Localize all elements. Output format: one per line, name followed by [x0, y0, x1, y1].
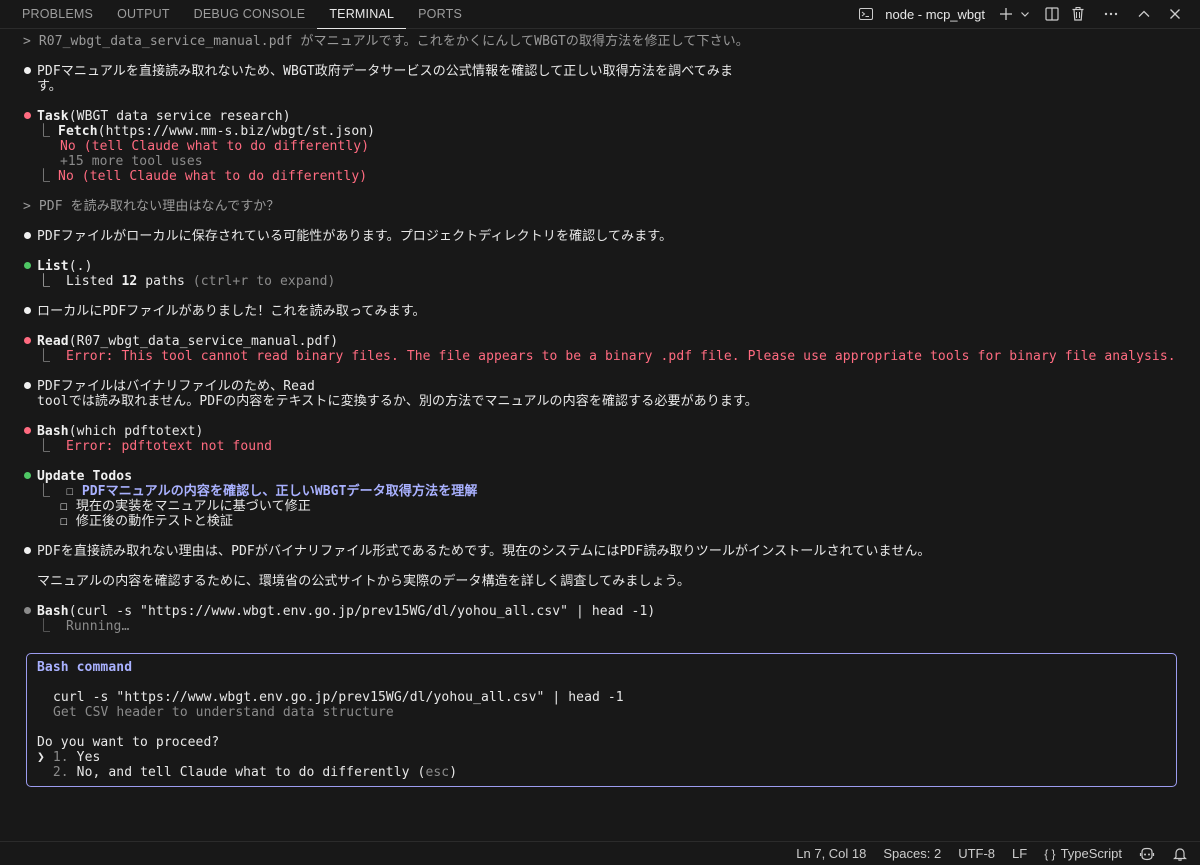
more-tool-uses: +15 more tool uses — [60, 154, 203, 169]
tool-error-bash: ⎿ Error: pdftotext not found — [37, 439, 273, 454]
bash-command-description: Get CSV header to understand data struct… — [53, 705, 394, 720]
language-mode[interactable]: { } TypeScript — [1044, 846, 1122, 861]
tool-success-bullet — [24, 262, 31, 269]
assistant-message: マニュアルの内容を確認するために、環境省の公式サイトから実際のデータ構造を詳しく… — [37, 574, 691, 589]
assistant-message-cont: toolでは読み取れません。PDFの内容をテキストに変換するか、別の方法でマニュ… — [37, 394, 758, 409]
tool-error-bullet — [24, 337, 31, 344]
panel-tabs: PROBLEMS OUTPUT DEBUG CONSOLE TERMINAL P… — [11, 0, 474, 29]
tool-call-bash-curl: Bash(curl -s "https://www.wbgt.env.go.jp… — [37, 604, 656, 619]
tool-call-task: Task(WBGT data service research) — [37, 109, 291, 124]
assistant-message-cont: す。 — [37, 79, 62, 94]
bash-dialog-title: Bash command — [37, 660, 133, 675]
cursor-position[interactable]: Ln 7, Col 18 — [796, 846, 866, 861]
tab-problems[interactable]: PROBLEMS — [11, 0, 105, 28]
tab-ports[interactable]: PORTS — [406, 0, 474, 28]
tab-debug-console[interactable]: DEBUG CONSOLE — [182, 0, 318, 28]
more-icon — [1104, 12, 1118, 16]
tab-terminal[interactable]: TERMINAL — [317, 0, 407, 29]
message-bullet — [24, 67, 31, 74]
encoding[interactable]: UTF-8 — [958, 846, 995, 861]
tool-pending-bullet — [24, 607, 31, 614]
tool-success-bullet — [24, 472, 31, 479]
status-bar-items: Ln 7, Col 18 Spaces: 2 UTF-8 LF { } Type… — [796, 842, 1188, 865]
option-no[interactable]: 2. No, and tell Claude what to do differ… — [37, 765, 457, 780]
tool-call-read: Read(R07_wbgt_data_service_manual.pdf) — [37, 334, 339, 349]
plus-icon — [1000, 8, 1012, 20]
tab-output[interactable]: OUTPUT — [105, 0, 182, 28]
assistant-message: ローカルにPDFファイルがありました！これを読み取ってみます。 — [37, 304, 426, 319]
close-icon — [1170, 9, 1180, 19]
tool-error-read: ⎿ Error: This tool cannot read binary fi… — [37, 349, 1176, 364]
maximize-panel-button[interactable] — [1134, 4, 1154, 24]
proceed-question: Do you want to proceed? — [37, 735, 220, 750]
terminal-dropdown-button[interactable] — [1019, 3, 1031, 25]
trash-icon — [1072, 7, 1084, 21]
more-actions-button[interactable] — [1101, 4, 1121, 24]
close-panel-button[interactable] — [1165, 4, 1185, 24]
kill-terminal-button[interactable] — [1068, 4, 1088, 24]
bash-permission-dialog: Bash command curl -s "https://www.wbgt.e… — [26, 653, 1177, 787]
braces-icon: { } — [1044, 846, 1056, 861]
panel-tab-bar: PROBLEMS OUTPUT DEBUG CONSOLE TERMINAL P… — [0, 0, 1200, 29]
assistant-message: PDFマニュアルを直接読み取れないため、WBGT政府データサービスの公式情報を確… — [37, 64, 734, 79]
user-prompt-line: > PDF を読み取れない理由はなんですか？ — [23, 199, 280, 214]
end-of-line[interactable]: LF — [1012, 846, 1027, 861]
todo-item-active: ⎿ ☐ PDFマニュアルの内容を確認し、正しいWBGTデータ取得方法を理解 — [37, 484, 478, 499]
bell-icon — [1173, 847, 1187, 861]
subtool-fetch: ⎿ Fetch(https://www.mm-s.biz/wbgt/st.jso… — [37, 124, 376, 139]
bash-command-text: curl -s "https://www.wbgt.env.go.jp/prev… — [53, 690, 624, 705]
user-prompt-line: > R07_wbgt_data_service_manual.pdf がマニュア… — [23, 34, 749, 49]
split-icon — [1045, 7, 1059, 21]
assistant-message: PDFファイルがローカルに保存されている可能性があります。プロジェクトディレクト… — [37, 229, 673, 244]
terminal-name: node - mcp_wbgt — [885, 6, 985, 22]
message-bullet — [24, 547, 31, 554]
indentation[interactable]: Spaces: 2 — [883, 846, 941, 861]
todo-item: ☐ 修正後の動作テストと検証 — [60, 514, 234, 529]
message-bullet — [24, 232, 31, 239]
tool-running-status: ⎿ Running… — [37, 619, 130, 634]
terminal-selector[interactable]: node - mcp_wbgt — [853, 3, 993, 25]
message-bullet — [24, 307, 31, 314]
tool-error-bullet — [24, 112, 31, 119]
split-terminal-button[interactable] — [1042, 4, 1062, 24]
update-todos-title: Update Todos — [37, 469, 133, 484]
copilot-button[interactable] — [1139, 846, 1155, 862]
copilot-icon — [1139, 847, 1155, 860]
language-label: TypeScript — [1060, 846, 1122, 861]
notifications-button[interactable] — [1172, 846, 1188, 862]
status-bar: Ln 7, Col 18 Spaces: 2 UTF-8 LF { } Type… — [0, 841, 1200, 865]
terminal-icon — [856, 4, 876, 24]
chevron-down-icon — [1021, 12, 1029, 17]
assistant-message: PDFを直接読み取れない理由は、PDFがバイナリファイル形式であるためです。現在… — [37, 544, 931, 559]
tool-rejected-line: ⎿ No (tell Claude what to do differently… — [37, 169, 368, 184]
panel-actions: node - mcp_wbgt — [853, 0, 1188, 28]
terminal-output[interactable]: > R07_wbgt_data_service_manual.pdf がマニュア… — [0, 28, 1200, 841]
tool-rejected-text: No (tell Claude what to do differently) — [60, 139, 370, 154]
tool-call-bash: Bash(which pdftotext) — [37, 424, 204, 439]
assistant-message: PDFファイルはバイナリファイルのため、Read — [37, 379, 315, 394]
todo-item: ☐ 現在の実装をマニュアルに基づいて修正 — [60, 499, 311, 514]
option-yes[interactable]: ❯ 1. Yes — [37, 750, 100, 765]
new-terminal-button[interactable] — [996, 4, 1016, 24]
tool-error-bullet — [24, 427, 31, 434]
chevron-up-icon — [1138, 10, 1150, 17]
message-bullet — [24, 382, 31, 389]
tool-result-list: ⎿ Listed 12 paths (ctrl+r to expand) — [37, 274, 336, 289]
tool-call-list: List(.) — [37, 259, 93, 274]
